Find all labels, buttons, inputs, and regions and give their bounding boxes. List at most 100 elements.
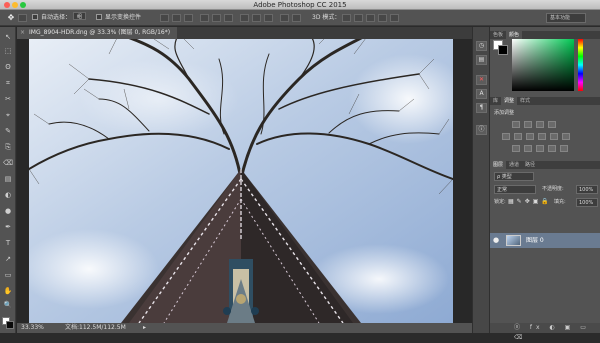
exposure-adjust-icon[interactable] — [548, 121, 556, 128]
tab-styles[interactable]: 样式 — [517, 97, 533, 105]
3d-scale-button[interactable] — [390, 14, 399, 22]
info-icon[interactable]: ⓘ — [476, 125, 487, 135]
brightness-adjust-icon[interactable] — [512, 121, 520, 128]
3d-roll-button[interactable] — [354, 14, 363, 22]
tab-color[interactable]: 颜色 — [506, 31, 523, 39]
color-balance-adjust-icon[interactable] — [526, 133, 534, 140]
color-field[interactable] — [512, 39, 574, 91]
selective-color-adjust-icon[interactable] — [560, 145, 568, 152]
paragraph-icon[interactable]: ¶ — [476, 103, 487, 113]
tools-panel: ↖ ⬚ ʘ ⌗ ✂ ⌖ ✎ ⎘ ⌫ ▤ ◐ ● ✒ T ↗ ▭ ✋ 🔍 — [0, 27, 16, 333]
photo-filter-adjust-icon[interactable] — [550, 133, 558, 140]
dodge-tool-icon[interactable]: ◐ — [3, 191, 13, 200]
auto-select-option[interactable]: 自动选择： 组 — [32, 10, 86, 26]
fill-field[interactable]: 100% — [576, 198, 598, 207]
auto-select-dropdown[interactable]: 组 — [72, 12, 86, 20]
hue-slider[interactable] — [578, 39, 583, 91]
layer-kind-filter[interactable]: ρ 类型 — [494, 172, 534, 181]
move-tool-icon[interactable]: ↖ — [3, 33, 13, 42]
curves-adjust-icon[interactable] — [536, 121, 544, 128]
tab-layers[interactable]: 图层 — [490, 161, 507, 169]
tab-libraries[interactable]: 库 — [490, 97, 501, 105]
opacity-label: 不透明度: — [542, 186, 564, 192]
brush-tool-icon[interactable]: ✎ — [3, 127, 13, 136]
tab-channels[interactable]: 通道 — [506, 161, 522, 169]
background-color-swatch[interactable] — [6, 321, 14, 329]
align-bottom-button[interactable] — [184, 14, 193, 22]
distribute-button-2[interactable] — [252, 14, 261, 22]
distribute-button-3[interactable] — [264, 14, 273, 22]
align-middle-button[interactable] — [172, 14, 181, 22]
right-panels: 色板 颜色 库调整 样式 添加调整 图层 通道 路径 ρ 类型 正常 不透明度: 100… — [490, 27, 600, 341]
tab-paths[interactable]: 路径 — [522, 161, 538, 169]
threshold-adjust-icon[interactable] — [536, 145, 544, 152]
document-tab[interactable]: × IMG_8904-HDR.dng @ 33.3% (图层 0, RGB/16… — [17, 27, 177, 39]
hue-sat-adjust-icon[interactable] — [514, 133, 522, 140]
visibility-eye-icon[interactable]: ● — [493, 236, 499, 244]
show-transform-checkbox[interactable] — [96, 14, 102, 20]
align-top-button[interactable] — [160, 14, 169, 22]
crop-tool-icon[interactable]: ✂ — [3, 95, 13, 104]
document-tab-bar: × IMG_8904-HDR.dng @ 33.3% (图层 0, RGB/16… — [17, 27, 472, 39]
shape-tool-icon[interactable]: ▭ — [3, 271, 13, 280]
3d-drag-button[interactable] — [366, 14, 375, 22]
layer-row[interactable]: ● 图层 0 — [490, 233, 600, 248]
layers-footer-icons[interactable]: ⓞ fx ◐ ▣ ▭ ⌫ — [490, 323, 600, 341]
history-icon[interactable]: ◷ — [476, 41, 487, 51]
quick-select-tool-icon[interactable]: ⌗ — [3, 79, 13, 88]
gradient-map-adjust-icon[interactable] — [548, 145, 556, 152]
document-tab-label: IMG_8904-HDR.dng @ 33.3% (图层 0, RGB/16*) — [29, 29, 171, 36]
3d-slide-button[interactable] — [378, 14, 387, 22]
document-canvas[interactable] — [29, 39, 453, 323]
align-center-button[interactable] — [212, 14, 221, 22]
color-background-swatch[interactable] — [498, 45, 508, 55]
tab-adjustments[interactable]: 调整 — [501, 97, 518, 105]
align-left-button[interactable] — [200, 14, 209, 22]
distribute-button-5[interactable] — [292, 14, 301, 22]
tool-preset-dropdown[interactable] — [18, 14, 27, 22]
align-right-button[interactable] — [224, 14, 233, 22]
move-tool-icon[interactable]: ✥ — [4, 10, 18, 26]
eyedropper-tool-icon[interactable]: ⌖ — [3, 111, 13, 120]
lock-label: 锁定: — [494, 199, 506, 205]
channel-mixer-adjust-icon[interactable] — [562, 133, 570, 140]
zoom-level[interactable]: 33.33% — [21, 323, 44, 333]
tools-settings-icon[interactable]: ✕ — [476, 75, 487, 85]
eraser-tool-icon[interactable]: ⌫ — [3, 159, 13, 168]
tab-swatches[interactable]: 色板 — [490, 31, 506, 39]
vibrance-adjust-icon[interactable] — [502, 133, 510, 140]
properties-icon[interactable]: ▤ — [476, 55, 487, 65]
distribute-button-4[interactable] — [280, 14, 289, 22]
show-transform-option[interactable]: 显示变换控件 — [96, 10, 141, 26]
levels-adjust-icon[interactable] — [524, 121, 532, 128]
blend-mode-select[interactable]: 正常 — [494, 185, 536, 194]
hand-tool-icon[interactable]: ✋ — [3, 287, 13, 296]
marquee-tool-icon[interactable]: ⬚ — [3, 47, 13, 56]
posterize-adjust-icon[interactable] — [524, 145, 532, 152]
blur-tool-icon[interactable]: ● — [3, 207, 13, 216]
auto-select-checkbox[interactable] — [32, 14, 38, 20]
character-icon[interactable]: A — [476, 89, 487, 99]
status-menu-arrow-icon[interactable]: ▸ — [143, 323, 146, 333]
auto-select-label: 自动选择： — [41, 14, 72, 21]
options-bar: ✥ 自动选择： 组 显示变换控件 3D 模式： 基本功能 — [0, 10, 600, 26]
clone-stamp-tool-icon[interactable]: ⎘ — [3, 143, 13, 152]
lasso-tool-icon[interactable]: ʘ — [3, 63, 13, 72]
close-tab-icon[interactable]: × — [20, 27, 25, 39]
layer-name[interactable]: 图层 0 — [526, 233, 544, 248]
3d-rotate-button[interactable] — [342, 14, 351, 22]
bw-adjust-icon[interactable] — [538, 133, 546, 140]
pen-tool-icon[interactable]: ✒ — [3, 223, 13, 232]
invert-adjust-icon[interactable] — [512, 145, 520, 152]
path-select-tool-icon[interactable]: ↗ — [3, 255, 13, 264]
lock-icons[interactable]: ▦✎✥▣🔒 — [508, 198, 552, 207]
canvas-area[interactable] — [17, 39, 472, 323]
distribute-button[interactable] — [240, 14, 249, 22]
workspace-switcher[interactable]: 基本功能 — [546, 13, 586, 23]
type-tool-icon[interactable]: T — [3, 239, 13, 248]
opacity-field[interactable]: 100% — [576, 185, 598, 194]
gradient-tool-icon[interactable]: ▤ — [3, 175, 13, 184]
zoom-tool-icon[interactable]: 🔍 — [3, 301, 13, 310]
color-panel-tabs: 色板 颜色 — [490, 31, 600, 39]
add-adjustment-title: 添加调整 — [494, 110, 515, 116]
